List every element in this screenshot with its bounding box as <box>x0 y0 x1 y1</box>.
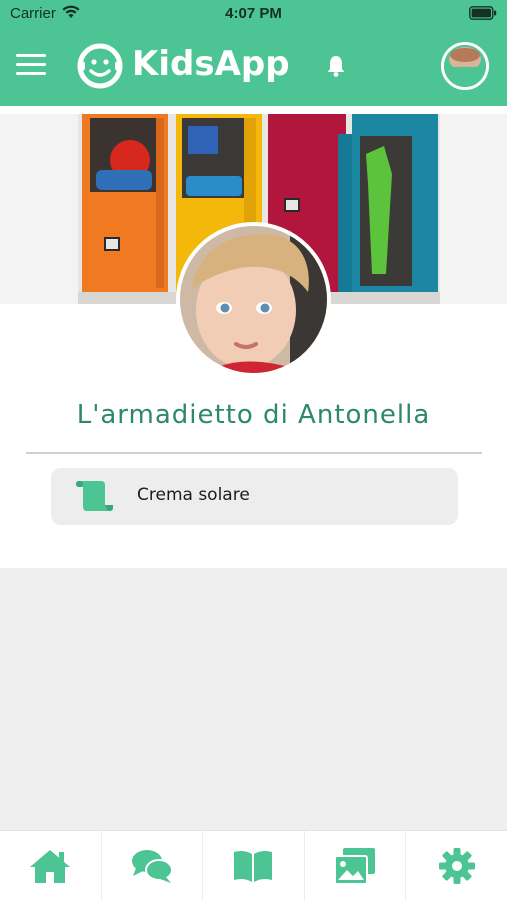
book-icon <box>234 850 273 882</box>
menu-line <box>16 54 46 57</box>
kidsapp-logo-icon <box>77 43 123 89</box>
item-label: Crema solare <box>137 485 250 505</box>
user-avatar-image <box>444 45 486 87</box>
settings-icon <box>438 848 475 884</box>
app-header: KidsApp <box>0 26 507 106</box>
user-avatar[interactable] <box>441 42 489 90</box>
status-time: 4:07 PM <box>225 5 282 22</box>
menu-line <box>16 72 46 75</box>
home-icon <box>30 850 71 883</box>
battery-icon <box>469 6 497 20</box>
gallery-icon <box>334 848 376 885</box>
page-title: L'armadietto di Antonella <box>76 400 431 430</box>
tab-settings[interactable] <box>406 831 507 900</box>
tab-bar <box>0 830 507 900</box>
child-avatar <box>176 222 331 377</box>
chat-icon <box>131 850 173 883</box>
scroll-icon <box>76 481 113 511</box>
child-avatar-image <box>180 226 327 373</box>
status-bar: Carrier 4:07 PM <box>0 0 507 26</box>
menu-line <box>16 63 46 66</box>
tab-chat[interactable] <box>102 831 204 900</box>
menu-icon[interactable] <box>16 54 46 78</box>
divider <box>26 452 482 454</box>
tab-gallery[interactable] <box>305 831 407 900</box>
tab-home[interactable] <box>0 831 102 900</box>
bell-icon[interactable] <box>325 54 347 78</box>
brand-name: KidsApp <box>132 44 290 84</box>
tab-book[interactable] <box>203 831 305 900</box>
list-item[interactable]: Crema solare <box>51 468 458 525</box>
profile-card: L'armadietto di Antonella Crema solare <box>0 106 507 568</box>
